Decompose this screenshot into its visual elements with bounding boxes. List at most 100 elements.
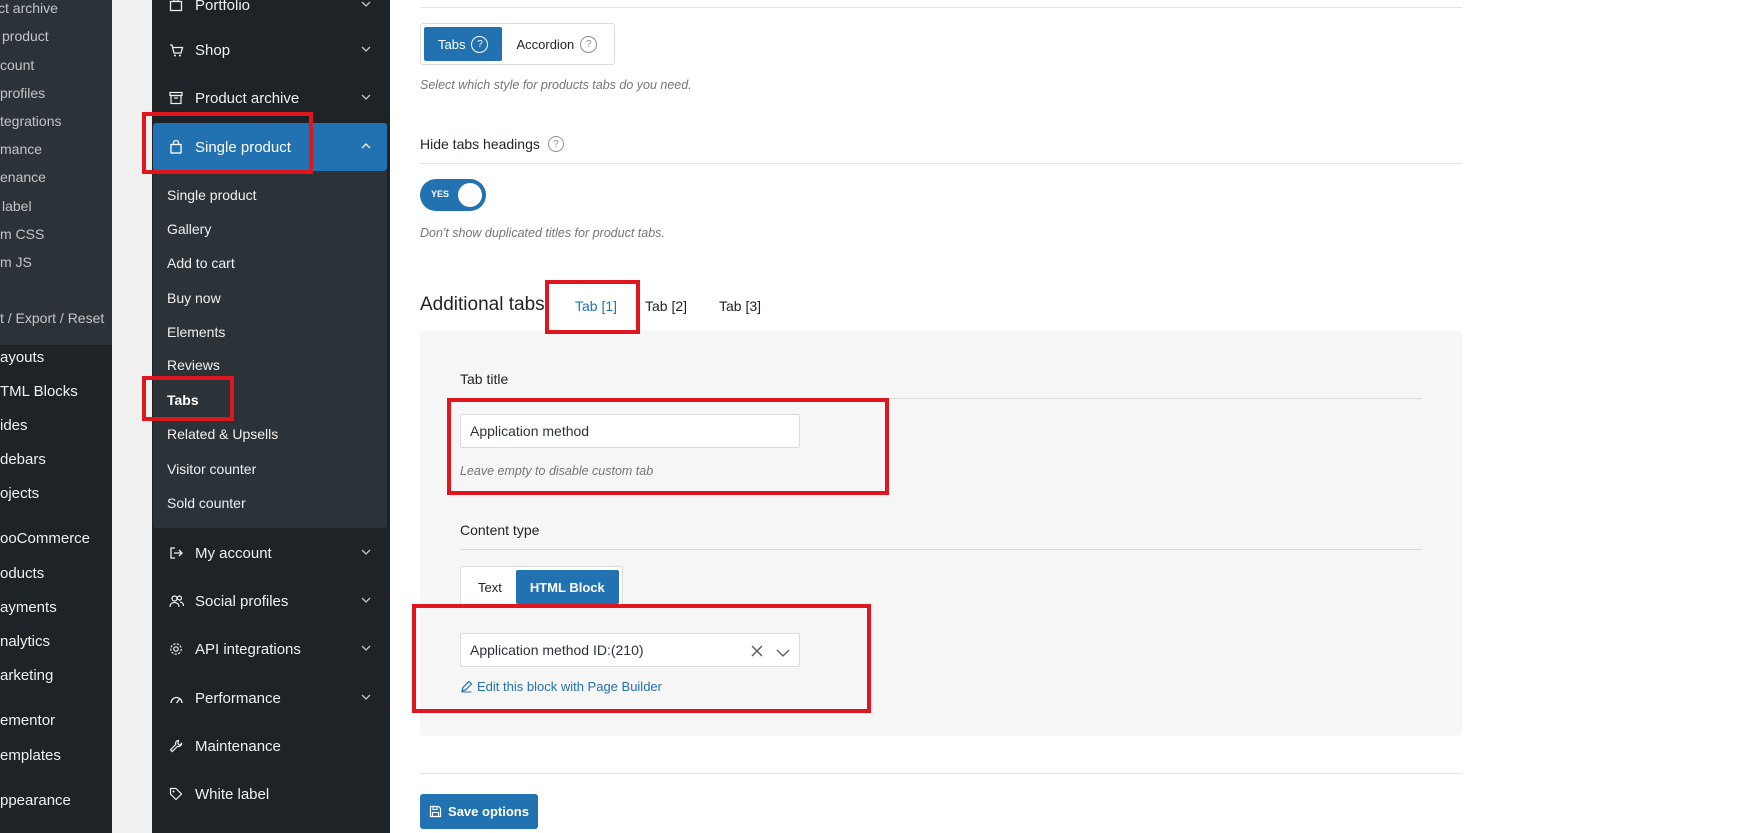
sidebar-subitem-elements[interactable]: Elements — [167, 324, 225, 340]
archive-icon — [168, 90, 184, 106]
sidebar-item-label: Product archive — [195, 89, 300, 107]
wp-submenu-item[interactable]: tegrations — [0, 113, 61, 129]
option-label: HTML Block — [529, 579, 605, 595]
sidebar-item-label: Portfolio — [195, 0, 251, 14]
highlight-tab-1 — [545, 280, 640, 334]
wp-submenu-item[interactable]: mance — [0, 141, 42, 157]
gear-icon — [168, 641, 184, 657]
gauge-icon — [168, 690, 184, 706]
wp-menu-item[interactable]: arketing — [0, 667, 53, 684]
cart-icon — [168, 42, 184, 58]
sidebar-item-label: Performance — [195, 689, 281, 707]
toggle-text: YES — [431, 189, 450, 199]
wp-menu-item[interactable]: emplates — [0, 747, 61, 764]
chevron-down-icon — [360, 641, 372, 658]
sidebar-subitem-sold-counter[interactable]: Sold counter — [167, 495, 246, 511]
sidebar-item-white-label[interactable]: White label — [168, 774, 380, 814]
sidebar-item-shop[interactable]: Shop — [168, 30, 380, 70]
sidebar-subitem-reviews[interactable]: Reviews — [167, 357, 220, 373]
sidebar-item-api-integrations[interactable]: API integrations — [168, 629, 380, 669]
content-type-option-text[interactable]: Text — [464, 570, 516, 604]
sidebar-subitem-related-upsells[interactable]: Related & Upsells — [167, 426, 278, 442]
sidebar-subitem-gallery[interactable]: Gallery — [167, 221, 211, 237]
wp-submenu-item[interactable]: ct archive — [0, 0, 58, 16]
sidebar-item-portfolio[interactable]: Portfolio — [168, 0, 380, 25]
highlight-tabs-subitem — [142, 376, 234, 421]
sidebar-item-label: Social profiles — [195, 592, 289, 610]
divider — [420, 163, 1462, 164]
sidebar-item-social-profiles[interactable]: Social profiles — [168, 581, 380, 621]
sidebar-item-label: White label — [195, 785, 270, 803]
right-background — [1482, 0, 1741, 833]
wp-menu-item[interactable]: oducts — [0, 565, 44, 582]
wp-submenu-item[interactable]: m JS — [0, 254, 32, 270]
content-type-label: Content type — [460, 522, 540, 538]
hide-tabs-headings-hint: Don't show duplicated titles for product… — [420, 226, 665, 240]
wp-menu-item[interactable]: nalytics — [0, 633, 50, 650]
help-icon[interactable]: ? — [547, 136, 564, 152]
divider — [420, 7, 1462, 8]
save-options-button[interactable]: Save options — [420, 794, 538, 829]
wp-submenu-item[interactable]: product — [2, 28, 49, 44]
floppy-icon — [429, 805, 442, 818]
toggle-knob — [458, 183, 482, 207]
wp-menu-item[interactable]: ides — [0, 417, 28, 434]
content-type-option-html-block[interactable]: HTML Block — [515, 570, 619, 604]
divider — [420, 773, 1462, 774]
option-label: Accordion — [516, 36, 575, 52]
tag-icon — [168, 786, 184, 802]
help-icon[interactable]: ? — [580, 35, 598, 53]
sidebar-item-label: Shop — [195, 41, 231, 59]
wp-menu-item[interactable]: TML Blocks — [0, 383, 78, 400]
chevron-down-icon — [360, 545, 372, 562]
hide-tabs-headings-label: Hide tabs headings ? — [420, 136, 564, 152]
content-type-selector: Text HTML Block — [460, 566, 623, 608]
chevron-down-icon — [360, 690, 372, 707]
wp-menu-item[interactable]: ooCommerce — [0, 530, 90, 547]
wp-submenu-item[interactable]: count — [0, 57, 34, 73]
sidebar-subitem-add-to-cart[interactable]: Add to cart — [167, 255, 235, 271]
sidebar-item-label: Maintenance — [195, 737, 281, 755]
tab-2[interactable]: Tab [2] — [645, 298, 687, 314]
portfolio-icon — [168, 0, 184, 13]
wrench-icon — [168, 738, 184, 754]
chevron-down-icon — [360, 593, 372, 610]
tabs-style-hint: Select which style for products tabs do … — [420, 78, 692, 92]
sidebar-item-label: API integrations — [195, 640, 301, 658]
wp-menu-item[interactable]: debars — [0, 451, 46, 468]
hide-tabs-headings-toggle[interactable]: YES — [420, 179, 486, 211]
users-icon — [168, 593, 184, 609]
option-label: Text — [478, 579, 502, 595]
sidebar-subitem-single-product[interactable]: Single product — [167, 187, 257, 203]
wp-admin-menu: ct archive product count profiles tegrat… — [0, 0, 112, 833]
button-label: Save options — [448, 804, 529, 819]
tabs-style-selector: Tabs ? Accordion ? — [420, 23, 616, 65]
sidebar-item-performance[interactable]: Performance — [168, 678, 380, 718]
wp-submenu-item[interactable]: profiles — [0, 85, 45, 101]
sidebar-item-my-account[interactable]: My account — [168, 533, 380, 573]
help-icon[interactable]: ? — [471, 35, 489, 53]
sidebar-subitem-buy-now[interactable]: Buy now — [167, 290, 221, 306]
wp-submenu-item[interactable]: m CSS — [0, 226, 44, 242]
wp-menu-item[interactable]: ojects — [0, 485, 39, 502]
tabs-style-option-accordion[interactable]: Accordion ? — [502, 27, 611, 61]
tab-3[interactable]: Tab [3] — [719, 298, 761, 314]
sidebar-item-label: My account — [195, 544, 272, 562]
wp-menu-item[interactable]: ayments — [0, 599, 57, 616]
content-gutter — [112, 0, 132, 833]
wp-menu-item[interactable]: ementor — [0, 712, 55, 729]
label-text: Hide tabs headings — [420, 136, 540, 152]
login-icon — [168, 545, 184, 561]
tabs-style-option-tabs[interactable]: Tabs ? — [424, 27, 503, 61]
sidebar-subitem-visitor-counter[interactable]: Visitor counter — [167, 461, 256, 477]
sidebar-item-maintenance[interactable]: Maintenance — [168, 726, 380, 766]
wp-submenu-item[interactable]: label — [2, 198, 32, 214]
highlight-single-product — [142, 112, 313, 174]
highlight-html-block — [412, 604, 871, 713]
wp-submenu-import-export[interactable]: t / Export / Reset — [0, 310, 104, 326]
wp-menu-item[interactable]: ppearance — [0, 792, 71, 809]
option-label: Tabs — [438, 36, 466, 52]
wp-submenu-item[interactable]: enance — [0, 169, 46, 185]
wp-menu-item[interactable]: ayouts — [0, 349, 44, 366]
tab-title-label: Tab title — [460, 371, 509, 387]
